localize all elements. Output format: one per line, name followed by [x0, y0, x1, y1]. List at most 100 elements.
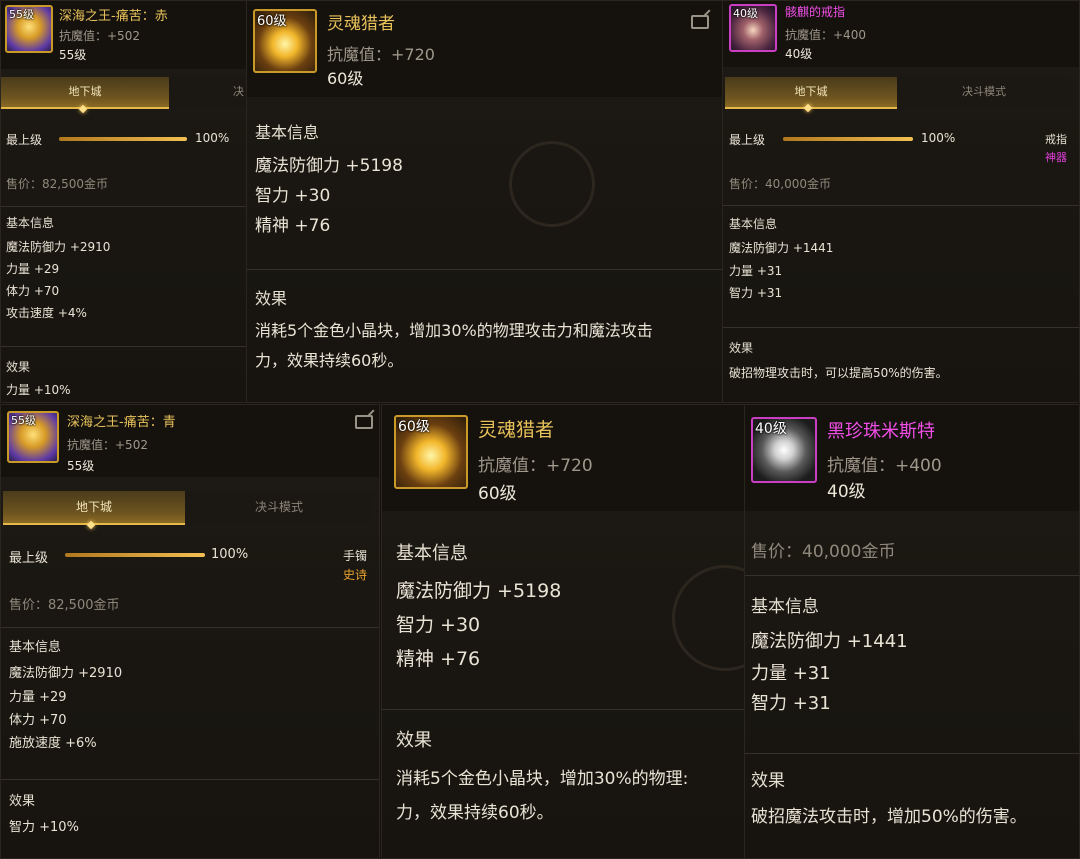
item-icon[interactable]: 55级	[7, 411, 59, 463]
item-name: 灵魂猎者	[327, 14, 395, 34]
stat-line: 力量 +29	[9, 690, 67, 705]
stat-line: 魔法防御力 +1441	[751, 631, 908, 652]
grade-percent: 100%	[921, 131, 956, 145]
stat-line: 力量 +31	[751, 663, 831, 684]
item-name: 灵魂猎者	[478, 419, 555, 441]
item-tooltip-abyss-king-blue: 55级 深海之王-痛苦：青 抗魔值：+502 55级 地下城 决斗模式 最上级 …	[0, 404, 380, 859]
item-level-badge: 60级	[398, 419, 430, 435]
magic-resist: 抗魔值：+400	[827, 456, 942, 476]
item-level-badge: 40级	[733, 7, 758, 20]
stat-line: 智力 +31	[729, 286, 783, 300]
effect-text: 力量 +10%	[6, 383, 71, 397]
item-tooltip-kirin-ring: 40级 骸麒的戒指 抗魔值：+400 40级 地下城 决斗模式 最上级 100%…	[722, 0, 1080, 403]
share-icon[interactable]	[355, 415, 373, 429]
tab-pvp[interactable]: 决斗模式	[897, 77, 1071, 109]
required-level: 55级	[67, 459, 95, 473]
effect-title: 效果	[9, 794, 36, 809]
item-icon[interactable]: 55级	[5, 5, 53, 53]
effect-title: 效果	[396, 730, 432, 751]
item-icon[interactable]: 40级	[751, 417, 817, 483]
divider	[745, 753, 1079, 754]
stat-line: 力量 +29	[6, 262, 60, 276]
stat-line: 智力 +30	[255, 186, 331, 206]
magic-resist: 抗魔值：+400	[785, 28, 866, 42]
effect-text: 破招魔法攻击时，增加50%的伤害。	[751, 807, 1027, 827]
grade-percent: 100%	[195, 131, 230, 145]
stat-line: 施放速度 +6%	[9, 736, 97, 751]
item-rarity: 史诗	[343, 568, 368, 582]
stat-line: 精神 +76	[396, 648, 481, 670]
sell-price: 售价：82,500金币	[6, 177, 108, 191]
basic-info-title: 基本信息	[6, 216, 55, 230]
item-level-badge: 55级	[9, 8, 34, 21]
item-type: 戒指	[1045, 133, 1067, 146]
magic-resist: 抗魔值：+720	[327, 45, 435, 64]
divider	[745, 575, 1079, 576]
required-level: 60级	[327, 69, 364, 88]
tab-dungeon[interactable]: 地下城	[3, 491, 185, 525]
stat-line: 智力 +30	[396, 614, 481, 636]
sell-price: 售价：40,000金币	[751, 542, 896, 562]
share-icon[interactable]	[691, 15, 709, 29]
effect-title: 效果	[751, 771, 785, 791]
stat-line: 智力 +31	[751, 693, 831, 714]
grade-label: 最上级	[6, 133, 43, 147]
sell-price: 售价：82,500金币	[9, 598, 120, 613]
grade-label: 最上级	[729, 133, 766, 147]
stat-line: 魔法防御力 +2910	[6, 240, 111, 254]
divider	[1, 346, 249, 347]
item-name: 骸麒的戒指	[785, 5, 846, 19]
item-level-badge: 60级	[257, 14, 287, 29]
divider	[247, 269, 723, 270]
background-seal	[509, 141, 595, 227]
tab-pvp[interactable]: 决斗模式	[185, 491, 373, 525]
effect-text: 消耗5个金色小晶块，增加30%的物理:	[396, 769, 689, 789]
stat-line: 体力 +70	[6, 284, 60, 298]
item-icon[interactable]: 40级	[729, 4, 777, 52]
divider	[1, 779, 379, 780]
required-level: 60级	[478, 484, 517, 504]
basic-info-title: 基本信息	[751, 597, 819, 617]
basic-info-title: 基本信息	[9, 640, 62, 655]
stat-line: 体力 +70	[9, 713, 67, 728]
grade-bar	[59, 137, 187, 141]
background-seal	[672, 565, 746, 671]
item-icon[interactable]: 60级	[253, 9, 317, 73]
stat-line: 攻击速度 +4%	[6, 306, 87, 320]
effect-title: 效果	[255, 289, 288, 308]
item-type: 手镯	[343, 549, 368, 563]
item-tooltip-abyss-king-red: 55级 深海之王-痛苦：赤 抗魔值：+502 55级 地下城 决 最上级 100…	[0, 0, 250, 403]
required-level: 40级	[827, 482, 866, 502]
item-name: 深海之王-痛苦：赤	[59, 9, 168, 24]
item-rarity: 神器	[1045, 151, 1067, 164]
grade-bar	[65, 553, 205, 557]
item-tooltip-soul-hunter: 60级 灵魂猎者 抗魔值：+720 60级 基本信息 魔法防御力 +5198 智…	[246, 0, 724, 403]
tab-dungeon[interactable]: 地下城	[725, 77, 897, 109]
effect-text: 破招物理攻击时，可以提高50%的伤害。	[729, 366, 948, 380]
stat-line: 魔法防御力 +2910	[9, 666, 123, 681]
effect-text: 消耗5个金色小晶块，增加30%的物理攻击力和魔法攻击	[255, 321, 653, 340]
effect-text: 力，效果持续60秒。	[396, 803, 554, 823]
effect-title: 效果	[6, 360, 31, 374]
required-level: 55级	[59, 48, 87, 62]
mode-tabs: 地下城 决斗模式	[725, 77, 1071, 109]
item-icon[interactable]: 60级	[394, 415, 468, 489]
divider	[1, 627, 379, 628]
effect-text: 力，效果持续60秒。	[255, 351, 404, 370]
grade-label: 最上级	[9, 551, 49, 566]
divider	[1, 206, 249, 207]
required-level: 40级	[785, 47, 813, 61]
tab-dungeon[interactable]: 地下城	[1, 77, 169, 109]
item-level-badge: 40级	[755, 421, 787, 437]
item-level-badge: 55级	[11, 414, 36, 427]
divider	[723, 205, 1079, 206]
item-name: 深海之王-痛苦：青	[67, 415, 176, 430]
divider	[382, 709, 746, 710]
grade-percent: 100%	[211, 547, 249, 562]
item-name: 黑珍珠米斯特	[827, 421, 935, 442]
item-tooltip-black-pearl-mist: 40级 黑珍珠米斯特 抗魔值：+400 40级 售价：40,000金币 基本信息…	[744, 404, 1080, 859]
item-tooltip-soul-hunter-2: 60级 灵魂猎者 抗魔值：+720 60级 基本信息 魔法防御力 +5198 智…	[381, 404, 747, 859]
effect-title: 效果	[729, 341, 754, 355]
magic-resist: 抗魔值：+502	[59, 29, 140, 43]
stat-line: 魔法防御力 +5198	[396, 580, 562, 602]
